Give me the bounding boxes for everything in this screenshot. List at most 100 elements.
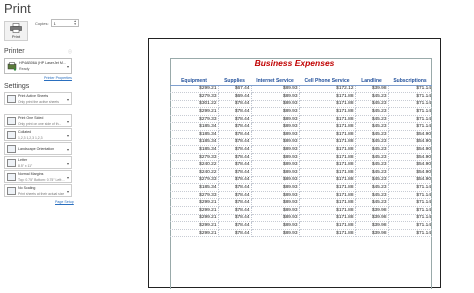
table-cell: $45.23 [355,107,389,116]
table-cell: $45.23 [355,122,389,132]
printer-icon [10,23,22,33]
table-cell: $240.22 [170,168,219,177]
chevron-down-icon: ▾ [66,175,69,180]
table-row: $240.22 $78.44 $89.93 $171.88 $45.23 $54.90 [170,168,432,177]
setting-description: Print sheets at their actual size [18,192,65,196]
column-header: Subscriptions [388,77,432,86]
table-row: $299.21 $78.44 $89.93 $171.88 $39.98 $71.14 [170,221,432,230]
setting-margins[interactable]: Normal Margins Top: 0.75" Bottom: 0.75" … [4,170,72,183]
column-header: Supplies [218,77,251,86]
table-header-row: Equipment Supplies Internet Service Cell Ph… [170,77,432,86]
printer-select[interactable]: HP4AB06A (HP LaserJet M... Ready ▾ [4,58,72,74]
copies-input[interactable]: 1 ▲ ▼ [50,19,79,27]
print-button[interactable]: Print [4,21,28,41]
table-cell: $71.14 [388,100,432,109]
table-cell: $171.88 [299,115,356,124]
table-cell: $71.14 [388,198,432,207]
chevron-down-icon: ▾ [66,119,69,124]
table-cell: $171.88 [299,107,356,116]
table-cell: $171.88 [299,92,356,101]
table-cell: $89.93 [251,176,300,185]
table-cell: $54.90 [388,160,432,170]
printer-properties-link[interactable]: Printer Properties [44,76,72,80]
table-cell: $171.88 [299,176,356,185]
table-cell: $171.88 [299,229,356,238]
setting-label: Landscape Orientation [18,147,55,151]
table-row: $299.21 $78.44 $89.93 $171.88 $39.98 $71.14 [170,229,432,238]
table-cell: $89.93 [251,92,300,101]
table-cell: $89.93 [251,191,300,200]
table-cell: $171.88 [299,160,356,170]
column-header: Cell Phone Service [299,77,355,86]
one-sided-icon [7,117,16,125]
copies-spinner-icon[interactable]: ▲ ▼ [74,20,77,26]
expenses-table: Equipment Supplies Internet Service Cell Ph… [170,77,432,238]
table-cell: $71.14 [388,85,432,94]
table-cell: $45.23 [355,191,389,200]
paper-icon [7,159,16,167]
copies-value: 1 [53,20,56,26]
table-cell: $78.44 [218,191,252,200]
sheets-icon [7,95,16,103]
table-cell: $78.44 [218,221,252,230]
table-cell: $171.88 [299,183,356,192]
table-cell: $89.93 [251,206,300,215]
chevron-down-icon: ▾ [66,161,69,166]
table-cell: $171.88 [299,122,356,132]
table-cell: $71.14 [388,221,432,230]
margins-icon [7,173,16,181]
setting-paper-size[interactable]: Letter 8.5" x 11" ▾ [4,156,72,169]
setting-label: No Scaling [18,186,36,190]
table-row: $279.33 $78.44 $89.93 $171.88 $45.23 $71.14 [170,115,432,124]
table-cell: $299.21 [170,198,219,207]
info-icon[interactable]: ⓘ [68,49,72,55]
table-row: $185.34 $78.44 $89.93 $171.88 $45.23 $71.14 [170,183,432,192]
table-cell: $185.34 [170,122,219,132]
table-cell: $185.34 [170,138,219,147]
table-cell: $185.34 [170,183,219,192]
scaling-icon [7,187,16,195]
table-row: $299.21 $78.44 $89.93 $171.88 $45.23 $71.14 [170,198,432,207]
table-cell: $39.98 [355,206,389,215]
setting-scaling[interactable]: No Scaling Print sheets at their actual … [4,184,72,197]
table-cell: $71.14 [388,229,432,238]
table-cell: $171.88 [299,198,356,207]
table-cell: $69.44 [218,92,252,101]
table-cell: $45.23 [355,153,389,162]
table-cell: $54.90 [388,138,432,147]
table-cell: $171.88 [299,145,356,154]
table-cell: $89.93 [251,153,300,162]
table-cell: $299.21 [170,85,219,94]
table-cell: $89.93 [251,214,300,223]
table-cell: $89.93 [251,107,300,116]
setting-sides[interactable]: Print One Sided Only print on one side o… [4,114,72,127]
table-cell: $39.98 [355,229,389,238]
table-row: $185.34 $78.44 $89.93 $171.88 $45.23 $54.90 [170,130,432,139]
setting-print-what[interactable]: Print Active Sheets Only print the activ… [4,92,72,105]
table-cell: $39.98 [355,85,389,94]
setting-description: Only print the active sheets [18,100,59,104]
copies-row: Copies: 1 ▲ ▼ [35,19,79,27]
table-cell: $54.90 [388,130,432,139]
setting-description: 8.5" x 11" [18,164,33,168]
table-cell: $171.88 [299,100,356,109]
setting-collation[interactable]: Collated 1,2,3 1,2,3 1,2,3 ▾ [4,128,72,141]
table-cell: $240.22 [170,160,219,170]
chevron-down-icon: ▾ [66,147,69,152]
table-cell: $171.88 [299,130,356,139]
table-cell: $89.93 [251,229,300,238]
setting-orientation[interactable]: Landscape Orientation ▾ [4,142,72,155]
table-cell: $45.23 [355,115,389,124]
table-cell: $172.12 [299,85,356,94]
page-setup-link[interactable]: Page Setup [55,200,74,204]
table-row: $299.21 $78.44 $89.93 $171.88 $39.98 $71.14 [170,206,432,215]
setting-description: Only print on one side of th... [18,122,62,126]
table-row: $279.33 $78.44 $89.93 $171.88 $45.23 $54.90 [170,176,432,185]
table-cell: $78.44 [218,183,252,192]
table-row: $185.34 $78.44 $89.93 $171.88 $45.23 $54.90 [170,138,432,147]
table-cell: $71.14 [388,206,432,215]
column-header: Landline [355,77,388,86]
table-cell: $89.93 [251,115,300,124]
table-cell: $299.21 [170,214,219,223]
table-row: $185.34 $78.44 $89.93 $171.88 $45.23 $54.90 [170,145,432,154]
